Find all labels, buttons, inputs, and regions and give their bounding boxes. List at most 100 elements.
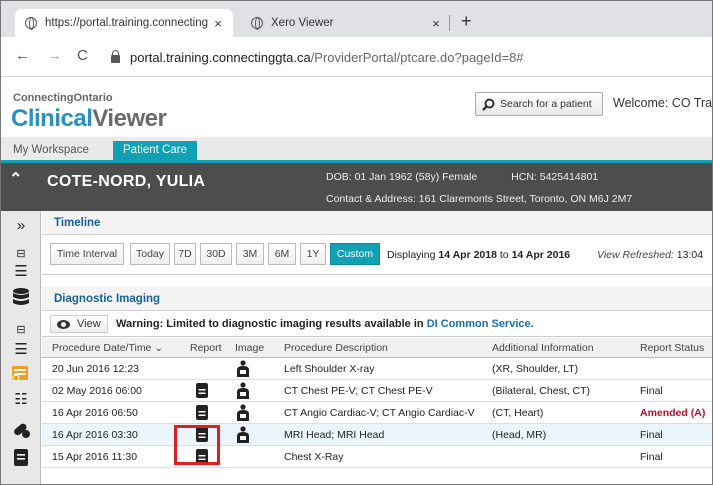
- table-row[interactable]: 20 Jun 2016 12:23 Left Shoulder X-ray (X…: [42, 358, 712, 381]
- forward-arrow-icon[interactable]: →: [47, 47, 62, 64]
- report-icon[interactable]: [195, 382, 209, 402]
- image-viewer-icon[interactable]: [235, 382, 251, 403]
- patient-banner: ⌃ COTE-NORD, YULIA DOB: 01 Jan 1962 (58y…: [1, 163, 712, 211]
- warning-text: Warning: Limited to diagnostic imaging r…: [116, 318, 424, 330]
- timeline-header: Timeline: [42, 211, 712, 235]
- pills-icon[interactable]: [7, 419, 35, 441]
- col-date-header[interactable]: Procedure Date/Time ⌄: [52, 342, 187, 354]
- row-status: Amended (A): [640, 407, 706, 419]
- range-to: 14 Apr 2016: [511, 249, 571, 261]
- welcome-text: Welcome: CO Tra: [613, 96, 713, 110]
- tab-title: Xero Viewer: [271, 17, 334, 29]
- globe-icon: [251, 17, 263, 30]
- url-host: portal.training.connectinggta.ca: [130, 49, 311, 65]
- displaying-range: Displaying 14 Apr 2018 to 14 Apr 2016: [387, 249, 570, 261]
- di-common-service-link[interactable]: DI Common Service.: [427, 318, 534, 330]
- col-report-header: Report: [190, 342, 222, 354]
- range-to-word: to: [499, 249, 509, 261]
- close-icon[interactable]: ×: [209, 16, 227, 31]
- row-date: 20 Jun 2016 12:23: [52, 363, 139, 375]
- di-warning: Warning: Limited to diagnostic imaging r…: [116, 318, 534, 330]
- menu-icon[interactable]: ☰: [7, 339, 35, 361]
- list-icon[interactable]: ☷: [7, 389, 35, 411]
- refreshed-label: View Refreshed:: [597, 249, 674, 261]
- report-highlight-box: [174, 425, 220, 465]
- imaging-results-table: Procedure Date/Time ⌄ Report Image Proce…: [42, 338, 712, 468]
- new-tab-icon[interactable]: +: [461, 11, 472, 32]
- tab-my-workspace[interactable]: My Workspace: [3, 141, 99, 160]
- row-additional: (XR, Shoulder, LT): [492, 363, 579, 375]
- col-date-label: Procedure Date/Time: [52, 342, 152, 354]
- sort-chevron-icon: ⌄: [154, 342, 164, 354]
- collapse-section-icon[interactable]: ⊟: [7, 319, 35, 341]
- row-additional: (Head, MR): [492, 429, 547, 441]
- workspace-tabs: My Workspace Patient Care: [1, 137, 712, 163]
- search-icon: [482, 98, 495, 111]
- browser-tab-portal[interactable]: https://portal.training.connecting ×: [15, 9, 233, 37]
- globe-icon: [25, 17, 37, 30]
- row-status: Final: [640, 451, 663, 463]
- timeline-toolbar: Time Interval Today 7D 30D 3M 6M 1Y Cust…: [42, 235, 712, 275]
- report-icon[interactable]: [195, 404, 209, 424]
- 3m-button[interactable]: 3M: [236, 243, 264, 265]
- image-viewer-icon[interactable]: [235, 426, 251, 447]
- brand-connecting-ontario: ConnectingOntario: [13, 92, 113, 104]
- url-field[interactable]: portal.training.connectinggta.ca/Provide…: [105, 43, 705, 71]
- search-patient-button[interactable]: Search for a patient: [475, 92, 603, 116]
- 6m-button[interactable]: 6M: [268, 243, 296, 265]
- image-viewer-icon[interactable]: [235, 404, 251, 425]
- back-arrow-icon[interactable]: ←: [15, 47, 30, 64]
- col-additional-header: Additional Information: [492, 342, 594, 354]
- search-button-label: Search for a patient: [500, 98, 592, 110]
- patient-hcn: HCN: 5425414801: [511, 171, 599, 183]
- expand-rail-icon[interactable]: »: [7, 215, 35, 237]
- view-button[interactable]: View: [50, 315, 108, 333]
- tab-divider: [449, 15, 450, 31]
- row-status: Final: [640, 429, 663, 441]
- row-date: 16 Apr 2016 03:30: [52, 429, 138, 441]
- 7d-button[interactable]: 7D: [174, 243, 196, 265]
- custom-button[interactable]: Custom: [330, 243, 380, 265]
- 1y-button[interactable]: 1Y: [300, 243, 326, 265]
- patient-demographics: DOB: 01 Jan 1962 (58y) Female HCN: 542541…: [326, 171, 598, 183]
- row-date: 15 Apr 2016 11:30: [52, 451, 138, 463]
- patient-dob: DOB: 01 Jan 1962 (58y) Female: [326, 171, 478, 183]
- row-description: MRI Head; MRI Head: [284, 429, 385, 441]
- collapse-chevron-icon[interactable]: ⌃: [9, 169, 22, 189]
- tasks-icon[interactable]: [7, 363, 35, 385]
- document-icon[interactable]: [7, 447, 35, 469]
- col-description-header: Procedure Description: [284, 342, 388, 354]
- table-row[interactable]: 16 Apr 2016 06:50 CT Angio Cardiac-V; CT…: [42, 402, 712, 425]
- today-button[interactable]: Today: [130, 243, 170, 265]
- row-description: Chest X-Ray: [284, 451, 344, 463]
- table-row[interactable]: 16 Apr 2016 03:30 MRI Head; MRI Head (He…: [42, 424, 712, 447]
- close-icon[interactable]: ×: [427, 16, 445, 31]
- col-status-header: Report Status: [640, 342, 705, 354]
- refreshed-time: 13:04: [676, 249, 704, 261]
- left-rail: » ⊟ ☰ ⊟ ☰ ☷: [1, 211, 41, 484]
- diagnostic-imaging-header: Diagnostic Imaging: [42, 287, 712, 311]
- 30d-button[interactable]: 30D: [200, 243, 232, 265]
- row-description: CT Chest PE-V; CT Chest PE-V: [284, 385, 433, 397]
- url-path: /ProviderPortal/ptcare.do?pageId=8#: [310, 49, 524, 65]
- row-additional: (Bilateral, Chest, CT): [492, 385, 591, 397]
- time-interval-label: Time Interval: [50, 243, 124, 265]
- image-viewer-icon[interactable]: [235, 360, 251, 381]
- reload-icon[interactable]: C: [77, 47, 88, 64]
- app-header: ConnectingOntario ClinicalViewer Search …: [1, 78, 713, 136]
- address-bar-row: ← → C portal.training.connectinggta.ca/P…: [1, 37, 712, 77]
- table-header-row: Procedure Date/Time ⌄ Report Image Proce…: [42, 338, 712, 358]
- table-row[interactable]: 15 Apr 2016 11:30 Chest X-Ray Final: [42, 446, 712, 468]
- eye-icon: [57, 319, 70, 329]
- database-icon[interactable]: [7, 287, 35, 309]
- browser-tab-xero[interactable]: Xero Viewer ×: [241, 9, 451, 37]
- table-row[interactable]: 02 May 2016 06:00 CT Chest PE-V; CT Ches…: [42, 380, 712, 403]
- browser-tab-strip: https://portal.training.connecting × Xer…: [1, 1, 712, 37]
- brand-clinical: Clinical: [11, 105, 93, 132]
- menu-icon[interactable]: ☰: [7, 261, 35, 283]
- row-description: Left Shoulder X-ray: [284, 363, 375, 375]
- tab-patient-care[interactable]: Patient Care: [113, 141, 197, 160]
- patient-address: Contact & Address: 161 Claremonts Street…: [326, 193, 633, 205]
- range-from: 14 Apr 2018: [438, 249, 497, 261]
- row-description: CT Angio Cardiac-V; CT Angio Cardiac-V: [284, 407, 475, 419]
